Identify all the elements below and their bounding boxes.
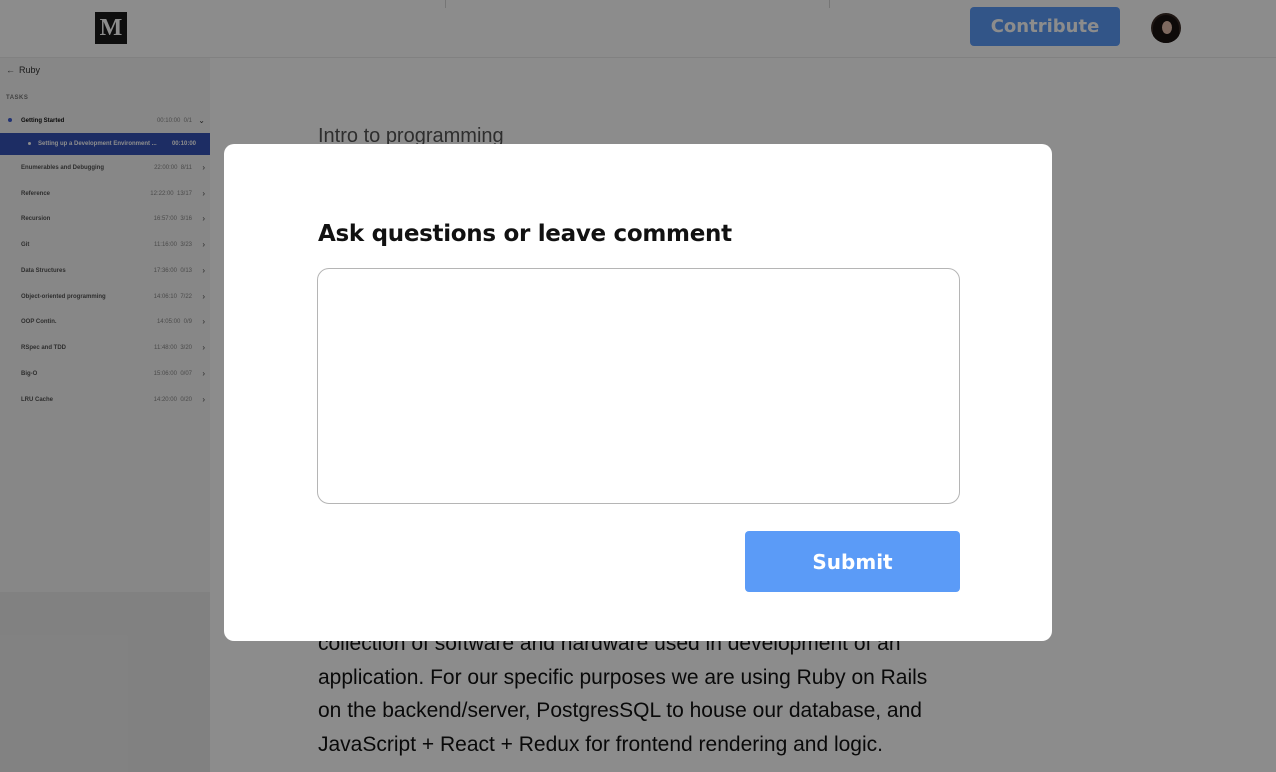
comment-textarea[interactable] xyxy=(317,268,960,504)
submit-button[interactable]: Submit xyxy=(745,531,960,592)
comment-modal: Ask questions or leave comment Submit xyxy=(224,144,1052,641)
modal-title: Ask questions or leave comment xyxy=(318,221,732,247)
